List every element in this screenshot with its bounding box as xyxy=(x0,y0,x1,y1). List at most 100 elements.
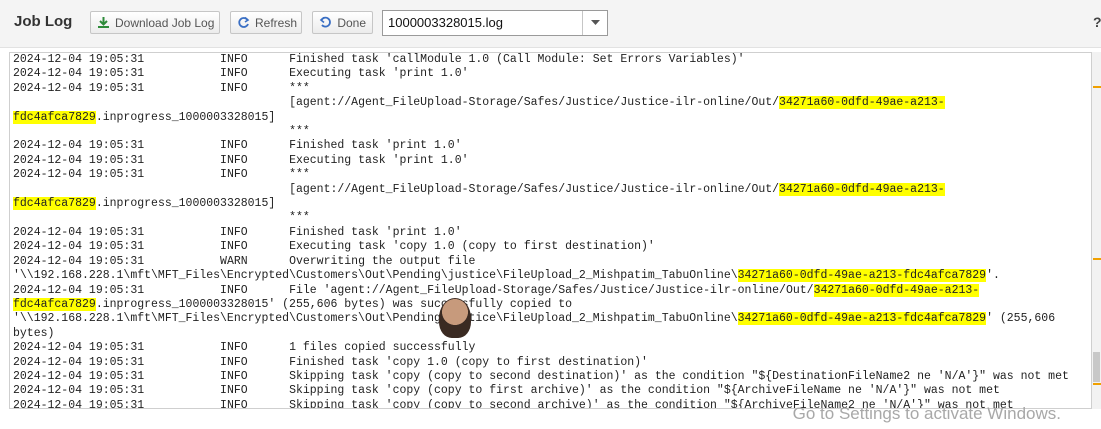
download-job-log-label: Download Job Log xyxy=(115,15,215,30)
log-line: 2024-12-04 19:05:31 INFO Executing task … xyxy=(13,67,1069,81)
log-line: [agent://Agent_FileUpload-Storage/Safes/… xyxy=(13,96,1069,110)
log-timestamp xyxy=(13,211,220,224)
log-line: 2024-12-04 19:05:31 INFO *** xyxy=(13,168,1069,182)
log-timestamp xyxy=(13,183,220,196)
log-level: INFO xyxy=(220,341,290,355)
log-level: INFO xyxy=(220,384,290,398)
log-scrollbar[interactable] xyxy=(1092,52,1101,409)
log-level: INFO xyxy=(220,369,290,383)
log-timestamp: 2024-12-04 19:05:31 xyxy=(13,254,221,268)
log-message: Finished task 'copy 1.0 (copy to first d… xyxy=(289,355,648,369)
log-line: [agent://Agent_FileUpload-Storage/Safes/… xyxy=(13,182,1069,197)
refresh-button[interactable]: Refresh xyxy=(230,11,302,34)
log-message: '. xyxy=(986,269,1000,283)
log-message: Executing task 'print 1.0' xyxy=(289,153,469,167)
download-job-log-button[interactable]: Download Job Log xyxy=(90,11,220,34)
log-timestamp: 2024-12-04 19:05:31 xyxy=(13,384,221,398)
log-level xyxy=(220,125,289,138)
warning-marker xyxy=(1093,258,1101,260)
log-timestamp: 2024-12-04 19:05:31 xyxy=(13,283,221,297)
log-message: Overwriting the output file xyxy=(289,254,476,268)
log-timestamp: 2024-12-04 19:05:31 xyxy=(13,398,221,409)
log-level xyxy=(220,211,289,224)
scrollbar-thumb[interactable] xyxy=(1093,352,1100,382)
warning-marker xyxy=(1093,383,1101,385)
log-message: '\\192.168.228.1\mft\MFT_Files\Encrypted… xyxy=(13,269,738,283)
log-line: 2024-12-04 19:05:31 INFO Skipping task '… xyxy=(13,370,1069,384)
log-line: '\\192.168.228.1\mft\MFT_Files\Encrypted… xyxy=(13,312,1069,326)
page-title: Job Log xyxy=(14,13,73,30)
log-timestamp: 2024-12-04 19:05:31 xyxy=(13,168,221,182)
log-timestamp: 2024-12-04 19:05:31 xyxy=(13,53,221,66)
log-message: .inprogress_1000003328015] xyxy=(95,110,276,124)
log-timestamp: 2024-12-04 19:05:31 xyxy=(13,67,221,81)
done-label: Done xyxy=(337,15,366,30)
log-line: 2024-12-04 19:05:31 INFO Finished task '… xyxy=(13,53,1069,67)
log-level xyxy=(220,96,289,109)
warning-marker xyxy=(1093,86,1101,88)
log-line: 2024-12-04 19:05:31 INFO Finished task '… xyxy=(13,356,1069,370)
log-line: 2024-12-04 19:05:31 INFO Finished task '… xyxy=(13,226,1069,240)
log-file-value[interactable]: 1000003328015.log xyxy=(383,11,582,35)
log-line: 2024-12-04 19:05:31 INFO Finished task '… xyxy=(13,139,1069,153)
log-highlight: 34271a60-0dfd-49ae-a213-fdc4afca7829 xyxy=(737,312,987,326)
log-level: INFO xyxy=(220,283,290,297)
log-timestamp: 2024-12-04 19:05:31 xyxy=(13,81,221,95)
log-message: *** xyxy=(289,168,310,182)
log-line: 2024-12-04 19:05:31 WARN Overwriting the… xyxy=(13,255,1069,269)
log-line: 2024-12-04 19:05:31 INFO Executing task … xyxy=(13,154,1069,168)
refresh-label: Refresh xyxy=(255,15,298,30)
log-message: *** xyxy=(289,81,310,95)
log-line: '\\192.168.228.1\mft\MFT_Files\Encrypted… xyxy=(13,269,1069,283)
log-message: Skipping task 'copy (copy to second dest… xyxy=(289,369,1069,383)
log-timestamp xyxy=(13,96,220,109)
log-level: INFO xyxy=(220,398,290,409)
log-line: fdc4afca7829.inprogress_1000003328015] xyxy=(13,110,1069,125)
log-highlight: fdc4afca7829 xyxy=(13,197,96,211)
log-line: bytes) xyxy=(13,327,1069,341)
log-highlight: 34271a60-0dfd-49ae-a213- xyxy=(813,283,980,297)
log-level: INFO xyxy=(220,168,290,182)
log-message: Finished task 'callModule 1.0 (Call Modu… xyxy=(289,53,745,66)
chevron-down-icon[interactable] xyxy=(582,11,607,35)
log-level: INFO xyxy=(220,67,290,81)
download-icon xyxy=(97,16,110,30)
log-message: 1 files copied successfully xyxy=(289,341,476,355)
log-file-select[interactable]: 1000003328015.log xyxy=(382,10,608,36)
log-highlight: 34271a60-0dfd-49ae-a213- xyxy=(779,182,945,196)
log-viewer[interactable]: 2024-12-04 19:05:31 INFO Finished task '… xyxy=(9,52,1092,409)
job-log-toolbar: Job Log Download Job Log Refresh Done 10… xyxy=(0,0,1101,48)
log-level: INFO xyxy=(220,81,290,95)
log-message: .inprogress_1000003328015' (255,606 byte… xyxy=(95,297,573,311)
log-message: [agent://Agent_FileUpload-Storage/Safes/… xyxy=(289,182,780,196)
log-line: fdc4afca7829.inprogress_1000003328015' (… xyxy=(13,297,1069,312)
log-timestamp: 2024-12-04 19:05:31 xyxy=(13,225,221,239)
log-line: *** xyxy=(13,125,1069,139)
log-timestamp: 2024-12-04 19:05:31 xyxy=(13,139,221,153)
log-highlight: 34271a60-0dfd-49ae-a213- xyxy=(779,96,945,110)
log-message: *** xyxy=(289,211,310,225)
log-line: 2024-12-04 19:05:31 INFO 1 files copied … xyxy=(13,341,1069,355)
log-level: INFO xyxy=(220,225,290,239)
log-timestamp xyxy=(13,125,220,138)
log-level xyxy=(220,183,289,196)
done-button[interactable]: Done xyxy=(312,11,373,34)
log-message: '\\192.168.228.1\mft\MFT_Files\Encrypted… xyxy=(13,312,738,326)
log-level: WARN xyxy=(220,254,290,268)
undo-icon xyxy=(319,16,332,30)
log-level: INFO xyxy=(220,355,290,369)
windows-activation-watermark: Go to Settings to activate Windows. xyxy=(792,404,1061,423)
log-level: INFO xyxy=(220,240,290,254)
log-line: *** xyxy=(13,211,1069,225)
help-icon[interactable]: ? xyxy=(1093,14,1101,30)
log-level: INFO xyxy=(220,153,290,167)
log-message: Executing task 'print 1.0' xyxy=(289,67,469,81)
log-text: 2024-12-04 19:05:31 INFO Finished task '… xyxy=(13,53,1069,409)
log-timestamp: 2024-12-04 19:05:31 xyxy=(13,369,221,383)
log-message: .inprogress_1000003328015] xyxy=(95,197,276,211)
log-level: INFO xyxy=(220,139,290,153)
log-line: 2024-12-04 19:05:31 INFO Executing task … xyxy=(13,240,1069,254)
log-message: Executing task 'copy 1.0 (copy to first … xyxy=(289,240,655,254)
log-message: Finished task 'print 1.0' xyxy=(289,225,462,239)
log-message: *** xyxy=(289,125,310,139)
